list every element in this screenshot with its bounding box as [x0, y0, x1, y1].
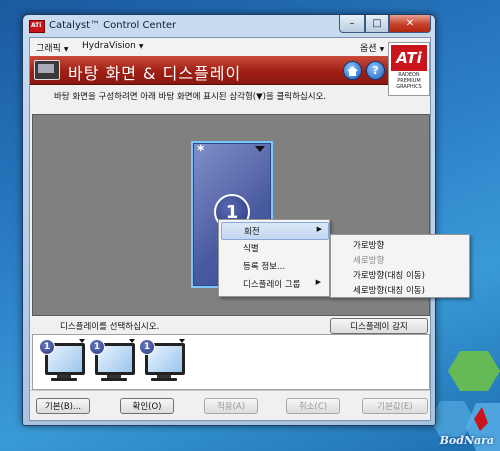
submenu-item-portrait-flipped[interactable]: 세로방향(대칭 이동): [353, 284, 425, 296]
menu-item-label: 식별: [243, 244, 259, 254]
home-button[interactable]: [343, 61, 362, 80]
monitor-thumbnail[interactable]: 1: [39, 339, 85, 383]
select-display-label: 디스플레이를 선택하십시오.: [60, 322, 160, 332]
title-bar[interactable]: ATi Catalyst™ Control Center – □ ✕: [23, 15, 435, 37]
menu-graphics[interactable]: 그래픽 ▼: [36, 41, 68, 54]
ok-button[interactable]: 확인(O): [120, 398, 174, 414]
close-button[interactable]: ✕: [389, 15, 431, 33]
minimize-button[interactable]: –: [339, 15, 365, 33]
menu-item-label: 등록 정보...: [243, 262, 286, 272]
submenu-item-landscape[interactable]: 가로방향: [353, 239, 384, 251]
menu-item-label: 디스플레이 그룹: [243, 280, 301, 290]
detect-displays-button[interactable]: 디스플레이 감지: [330, 318, 428, 334]
monitor-base: [51, 378, 77, 381]
window-title: Catalyst™ Control Center: [49, 20, 177, 31]
caret-down-icon: ▼: [138, 43, 144, 50]
ati-logo-brand: ATi: [391, 45, 427, 71]
desktop-wallpaper-shapes: [430, 351, 500, 451]
menu-item-rotate[interactable]: 회전 ▶: [221, 222, 329, 240]
help-button[interactable]: ?: [366, 61, 385, 80]
ati-logo-subtitle: RADEON PREMIUM GRAPHICS: [396, 72, 422, 90]
menu-item-display-group[interactable]: 디스플레이 그룹 ▶: [221, 276, 327, 292]
page-title: 바탕 화면 & 디스플레이: [68, 64, 242, 83]
menu-hydravision[interactable]: HydraVision ▼: [82, 41, 144, 51]
submenu-arrow-icon: ▶: [315, 278, 321, 286]
cancel-button[interactable]: 취소(C): [286, 398, 340, 414]
triangle-menu-icon[interactable]: [255, 146, 265, 152]
window-controls: – □ ✕: [339, 15, 431, 33]
monitor-base: [101, 378, 127, 381]
menu-graphics-label: 그래픽: [36, 44, 61, 54]
desktop-watermark: BodNara: [439, 434, 494, 447]
defaults-button[interactable]: 기본(B)...: [36, 398, 90, 414]
ati-radeon-logo: ATi RADEON PREMIUM GRAPHICS: [388, 42, 430, 96]
apply-button[interactable]: 적용(A): [204, 398, 258, 414]
menu-item-label: 회전: [244, 227, 260, 237]
ati-app-icon: ATi: [29, 20, 45, 33]
menu-hydravision-label: HydraVision: [82, 41, 136, 51]
monitor-thumbnail[interactable]: 1: [89, 339, 135, 383]
display-thumbnails: 1 1 1: [32, 334, 430, 390]
caret-down-icon: ▼: [379, 46, 385, 53]
context-menu: 회전 ▶ 식별 등록 정보... 디스플레이 그룹 ▶: [218, 219, 330, 297]
home-icon: [347, 65, 358, 76]
triangle-menu-icon[interactable]: [129, 339, 135, 343]
display-number-badge: 1: [139, 339, 155, 355]
submenu-item-portrait: 세로방향: [353, 256, 385, 266]
menu-options[interactable]: 옵션 ▼: [360, 41, 384, 54]
divider: [30, 390, 430, 391]
caret-down-icon: ▼: [63, 46, 69, 53]
instruction-text: 바탕 화면을 구성하려면 아래 바탕 화면에 표시된 삼각형(▼)을 클릭하십시…: [54, 92, 327, 102]
rotation-submenu: 가로방향 세로방향 가로방향(대칭 이동) 세로방향(대칭 이동): [330, 234, 470, 298]
submenu-item-landscape-flipped[interactable]: 가로방향(대칭 이동): [353, 269, 425, 281]
display-number-badge: 1: [39, 339, 55, 355]
reset-button[interactable]: 기본값(E): [362, 398, 428, 414]
triangle-menu-icon[interactable]: [79, 339, 85, 343]
menu-options-label: 옵션: [360, 44, 377, 54]
monitor-thumbnail[interactable]: 1: [139, 339, 185, 383]
desktop-display-icon: [34, 60, 60, 80]
primary-star-icon: *: [197, 143, 205, 159]
maximize-button[interactable]: □: [365, 15, 389, 33]
menu-item-properties[interactable]: 등록 정보...: [221, 258, 327, 274]
display-number-badge: 1: [89, 339, 105, 355]
page-banner: 바탕 화면 & 디스플레이 ? ATi RADEON PREMIUM GRAPH…: [30, 42, 430, 96]
monitor-base: [151, 378, 177, 381]
submenu-arrow-icon: ▶: [316, 225, 322, 233]
triangle-menu-icon[interactable]: [179, 339, 185, 343]
menu-bar: 그래픽 ▼ HydraVision ▼ 옵션 ▼: [30, 38, 430, 56]
menu-item-identify[interactable]: 식별: [221, 240, 327, 256]
